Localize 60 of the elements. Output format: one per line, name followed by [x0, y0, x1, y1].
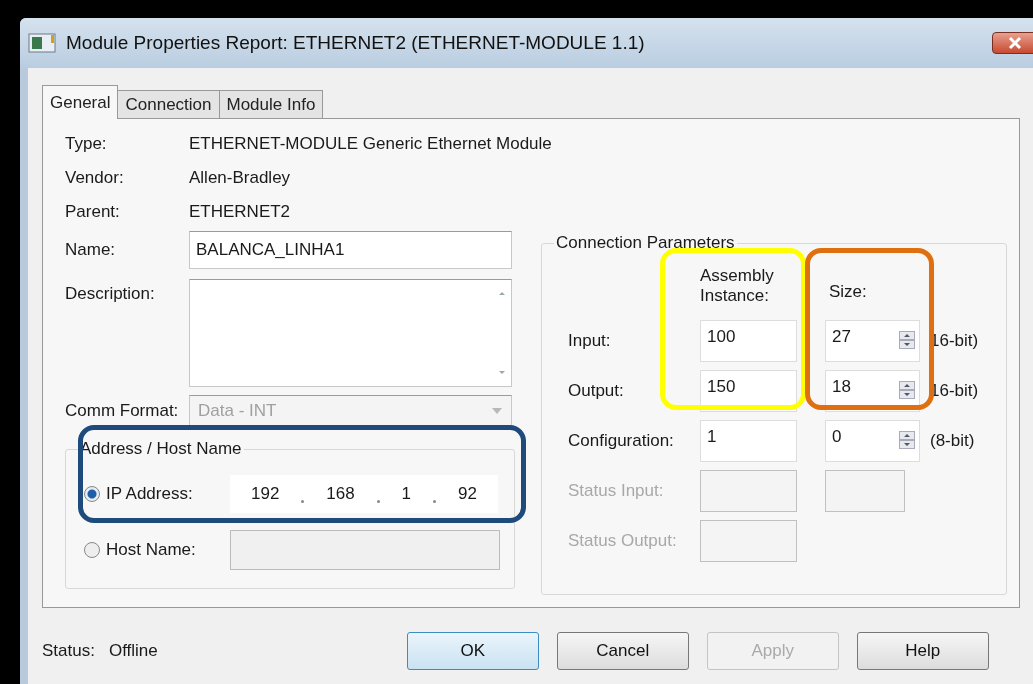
status-value: Offline	[108, 641, 158, 661]
scroll-up-icon	[497, 290, 507, 296]
field-value: Allen-Bradley	[189, 167, 292, 189]
unit-label: 16-bit)	[930, 331, 980, 351]
dialog-button[interactable]: Help	[856, 632, 989, 670]
window-icon	[28, 32, 58, 54]
field-label: Name:	[65, 239, 117, 261]
field-value: ETHERNET2	[189, 201, 292, 223]
close-icon	[1007, 36, 1023, 50]
ip-octet: 92	[458, 484, 477, 504]
size-spinner[interactable]: 0	[825, 420, 920, 462]
instance-field[interactable]: 100	[700, 320, 797, 362]
instance-field[interactable]	[700, 470, 797, 512]
description-field[interactable]	[189, 279, 512, 387]
instance-field[interactable]: 150	[700, 370, 797, 412]
radio-option[interactable]: Host Name:	[84, 540, 230, 560]
spin-arrows-icon	[899, 431, 915, 449]
tab[interactable]: Connection	[117, 90, 220, 118]
tab[interactable]: Module Info	[218, 90, 324, 118]
radio-button[interactable]	[84, 486, 100, 502]
radio-button[interactable]	[84, 542, 100, 558]
ip-address-field[interactable]: 192 168 1 92	[230, 475, 498, 513]
status-label: Status:	[42, 641, 95, 661]
field-label: Parent:	[65, 201, 121, 223]
field-label: Vendor:	[65, 167, 125, 189]
instance-field[interactable]: 1	[700, 420, 797, 462]
close-button[interactable]	[992, 32, 1033, 54]
size-spinner[interactable]: 18	[825, 370, 920, 412]
host-name-field[interactable]	[230, 530, 500, 570]
ip-octet: 192	[251, 484, 280, 504]
separator-dot-icon	[376, 499, 380, 503]
field-label: Type:	[65, 133, 108, 155]
instance-field[interactable]	[700, 520, 797, 562]
row-label: Status Input:	[568, 480, 665, 502]
name-field[interactable]: BALANCA_LINHA1	[189, 231, 512, 269]
row-label: Configuration:	[568, 430, 675, 452]
tab[interactable]: General	[42, 85, 119, 119]
separator-dot-icon	[433, 499, 437, 503]
scroll-down-icon	[497, 370, 507, 376]
ip-octet: 1	[401, 484, 412, 504]
spin-arrows-icon	[899, 381, 915, 399]
window-title: Module Properties Report: ETHERNET2 (ETHERNET-MODULE 1.1)	[66, 32, 645, 54]
unit-label: (8-bit)	[930, 431, 976, 451]
ip-octet: 168	[326, 484, 355, 504]
field-value: ETHERNET-MODULE Generic Ethernet Module	[189, 133, 552, 155]
row-label: Input:	[568, 330, 612, 352]
column-header: Size:	[829, 282, 868, 302]
field-label: Description:	[65, 283, 156, 305]
size-field[interactable]	[825, 470, 905, 512]
dialog-button[interactable]: Cancel	[556, 632, 689, 670]
separator-dot-icon	[301, 499, 305, 503]
dropdown-arrow-icon	[491, 407, 503, 415]
size-spinner[interactable]: 27	[825, 320, 920, 362]
row-label: Output:	[568, 380, 625, 402]
column-header: Assembly Instance:	[700, 266, 775, 306]
dialog-button[interactable]: OK	[406, 632, 539, 670]
field-label: Comm Format:	[65, 400, 180, 422]
row-label: Status Output:	[568, 530, 678, 552]
radio-option[interactable]: IP Address:	[84, 484, 230, 504]
spin-arrows-icon	[899, 331, 915, 349]
